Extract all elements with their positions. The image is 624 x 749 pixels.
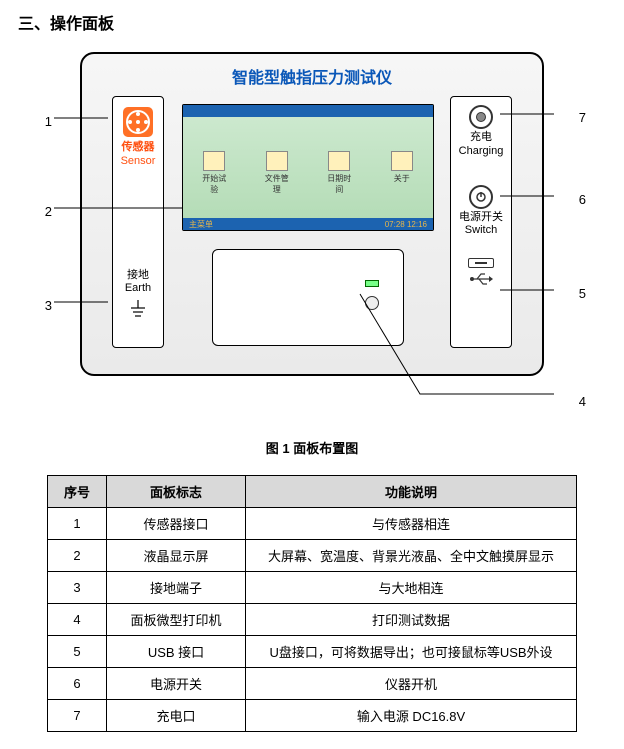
device-diagram: 智能型触指压力测试仪 传感器 Sensor 接地 Earth	[80, 52, 544, 376]
usb-symbol-icon	[469, 272, 493, 286]
left-panel: 传感器 Sensor 接地 Earth	[112, 96, 164, 348]
power-switch-icon	[469, 185, 493, 209]
screen-icon-label: 关于	[389, 173, 415, 184]
cell-seq: 7	[48, 700, 107, 732]
callout-right-6: 6	[518, 192, 586, 207]
switch-label-cn: 电源开关	[451, 211, 511, 225]
charge-label-cn: 充电	[451, 131, 511, 145]
section-heading: 三、操作面板	[18, 10, 606, 34]
cell-func: 打印测试数据	[246, 604, 577, 636]
earth-icon	[131, 300, 145, 322]
lcd-screen: 开始试验 文件管理 日期时间 关于 主菜单 07:28 12:16	[182, 104, 434, 231]
cell-mark: USB 接口	[107, 636, 246, 668]
cell-func: 输入电源 DC16.8V	[246, 700, 577, 732]
cell-mark: 电源开关	[107, 668, 246, 700]
table-row: 4面板微型打印机打印测试数据	[48, 604, 577, 636]
callout-right-7: 7	[518, 110, 586, 125]
usb-icon	[468, 258, 494, 268]
cell-mark: 面板微型打印机	[107, 604, 246, 636]
screen-icon-label: 开始试验	[201, 173, 227, 195]
table-row: 5USB 接口U盘接口，可将数据导出；也可接鼠标等USB外设	[48, 636, 577, 668]
cell-func: 与大地相连	[246, 572, 577, 604]
cell-mark: 接地端子	[107, 572, 246, 604]
cell-func: 与传感器相连	[246, 508, 577, 540]
screen-icons-row: 开始试验 文件管理 日期时间 关于	[183, 151, 433, 195]
switch-label-en: Switch	[451, 224, 511, 238]
callout-num: 4	[572, 394, 586, 409]
table-row: 2液晶显示屏大屏幕、宽温度、背景光液晶、全中文触摸屏显示	[48, 540, 577, 572]
figure-caption: 图 1 面板布置图	[18, 438, 606, 457]
cell-mark: 液晶显示屏	[107, 540, 246, 572]
sensor-icon	[123, 107, 153, 137]
callout-left-3: 3	[38, 298, 52, 313]
cell-func: 仪器开机	[246, 668, 577, 700]
cell-seq: 1	[48, 508, 107, 540]
callout-num: 7	[572, 110, 586, 125]
cell-func: U盘接口，可将数据导出；也可接鼠标等USB外设	[246, 636, 577, 668]
cell-func: 大屏幕、宽温度、背景光液晶、全中文触摸屏显示	[246, 540, 577, 572]
table-header-row: 序号 面板标志 功能说明	[48, 476, 577, 508]
sensor-label-cn: 传感器	[113, 141, 163, 155]
th-mark: 面板标志	[107, 476, 246, 508]
cell-seq: 2	[48, 540, 107, 572]
callout-bottom-4: 4	[382, 394, 586, 409]
charge-label-en: Charging	[451, 145, 511, 159]
earth-label-en: Earth	[113, 282, 163, 296]
device-title: 智能型触指压力测试仪	[82, 64, 542, 88]
table-row: 7充电口输入电源 DC16.8V	[48, 700, 577, 732]
screen-status-right: 07:28 12:16	[385, 220, 427, 229]
table-row: 6电源开关仪器开机	[48, 668, 577, 700]
screen-icon-label: 日期时间	[326, 173, 352, 195]
cell-mark: 充电口	[107, 700, 246, 732]
sensor-label-en: Sensor	[113, 155, 163, 169]
th-func: 功能说明	[246, 476, 577, 508]
callout-left-1: 1	[38, 114, 52, 129]
cell-seq: 6	[48, 668, 107, 700]
callout-num: 6	[572, 192, 586, 207]
printer-led-icon	[365, 280, 379, 287]
screen-icon-label: 文件管理	[264, 173, 290, 195]
screen-status-left: 主菜单	[189, 219, 213, 230]
table-row: 1传感器接口与传感器相连	[48, 508, 577, 540]
cell-seq: 5	[48, 636, 107, 668]
cell-seq: 3	[48, 572, 107, 604]
cell-mark: 传感器接口	[107, 508, 246, 540]
callout-num: 5	[572, 286, 586, 301]
table-row: 3接地端子与大地相连	[48, 572, 577, 604]
charging-port-icon	[469, 105, 493, 129]
callout-left-2: 2	[38, 204, 52, 219]
cell-seq: 4	[48, 604, 107, 636]
earth-label-cn: 接地	[113, 269, 163, 283]
th-seq: 序号	[48, 476, 107, 508]
panel-description-table: 序号 面板标志 功能说明 1传感器接口与传感器相连2液晶显示屏大屏幕、宽温度、背…	[47, 475, 577, 732]
screen-top-bar	[189, 107, 191, 116]
